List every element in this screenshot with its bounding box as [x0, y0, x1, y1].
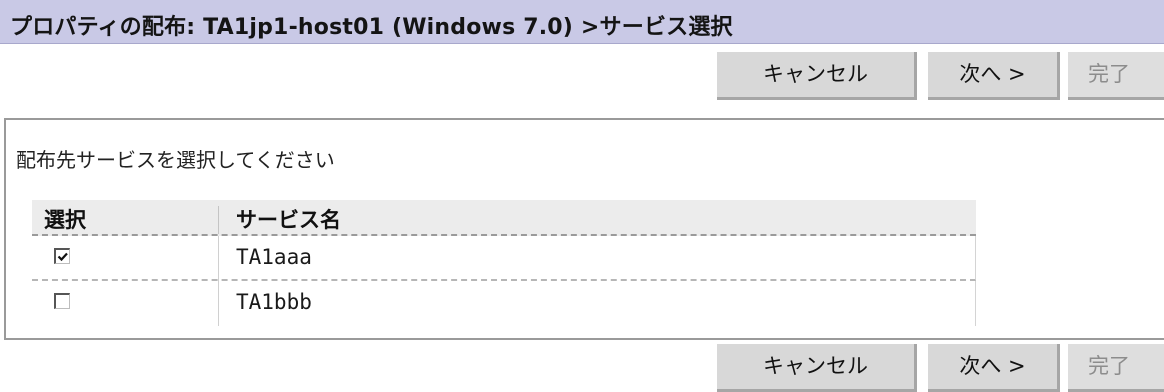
- cancel-button[interactable]: キャンセル: [717, 52, 917, 100]
- title-bar: プロパティの配布: TA1jp1-host01 (Windows 7.0) >サ…: [0, 0, 1164, 44]
- bottom-button-row: キャンセル 次へ > 完了: [0, 344, 1164, 392]
- service-name-cell: TA1bbb: [236, 290, 312, 314]
- select-checkbox[interactable]: [54, 293, 70, 309]
- column-header-service-name: サービス名: [236, 208, 341, 232]
- checkmark-icon: [57, 252, 68, 262]
- cancel-button[interactable]: キャンセル: [717, 344, 917, 392]
- page-title: プロパティの配布: TA1jp1-host01 (Windows 7.0) >サ…: [10, 15, 733, 40]
- next-button[interactable]: 次へ >: [928, 52, 1060, 100]
- table-header: 選択 サービス名: [32, 200, 976, 236]
- table-row: TA1aaa: [32, 236, 976, 281]
- next-button[interactable]: 次へ >: [928, 344, 1060, 392]
- finish-button[interactable]: 完了: [1068, 52, 1164, 100]
- column-header-select: 選択: [44, 208, 86, 232]
- service-table: 選択 サービス名 TA1aaa TA1bbb: [32, 200, 976, 326]
- finish-button[interactable]: 完了: [1068, 344, 1164, 392]
- top-button-row: キャンセル 次へ > 完了: [0, 52, 1164, 100]
- table-row: TA1bbb: [32, 281, 976, 326]
- column-divider: [218, 236, 219, 281]
- instruction-text: 配布先サービスを選択してください: [16, 148, 335, 172]
- select-checkbox[interactable]: [54, 248, 70, 264]
- service-name-cell: TA1aaa: [236, 245, 312, 269]
- service-selection-panel: 配布先サービスを選択してください 選択 サービス名 TA1aaa TA1bbb: [4, 118, 1164, 340]
- column-divider: [218, 281, 219, 326]
- column-divider: [218, 206, 219, 234]
